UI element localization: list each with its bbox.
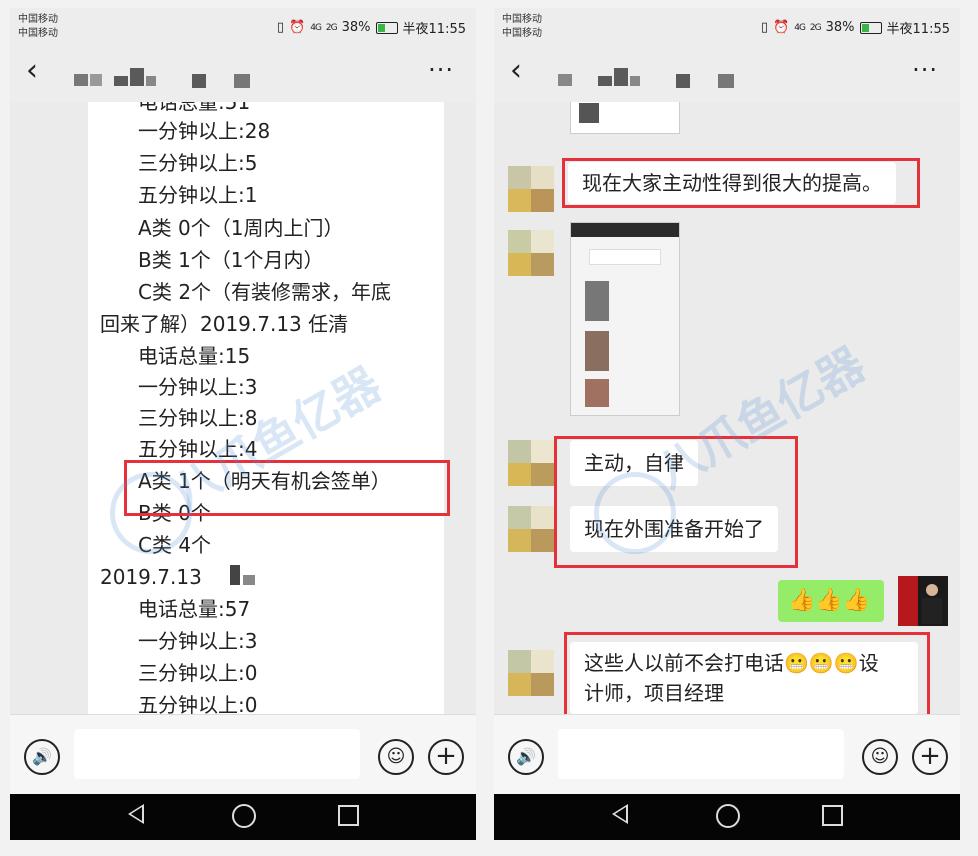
carrier-label: 中国移动 xyxy=(18,28,58,39)
phone-screenshot-left: 中国移动 中国移动 ▯ ⏰ 4G 2G 38% 半夜11:55 ‹ ··· 电话… xyxy=(10,8,476,840)
battery-icon xyxy=(375,21,398,34)
system-home-icon[interactable] xyxy=(232,804,256,828)
carrier-label: 中国移动 xyxy=(502,28,542,39)
text-line: 三分钟以上:8 xyxy=(138,406,258,430)
chat-area: 现在大家主动性得到很大的提高。 主动，自律 现在外围准备开始了 👍👍👍 这些人以… xyxy=(494,102,960,714)
emoji-icon[interactable]: ☺ xyxy=(862,739,898,775)
alarm-icon: ⏰ xyxy=(773,20,790,35)
avatar[interactable] xyxy=(508,440,554,486)
thumbs-up-icon: 👍👍👍 xyxy=(788,588,871,613)
back-icon[interactable]: ‹ xyxy=(26,56,38,86)
signal-4g-icon: 4G xyxy=(310,22,322,33)
message-input[interactable] xyxy=(74,729,360,779)
chat-header: ‹ ··· xyxy=(494,46,960,102)
system-back-icon[interactable] xyxy=(128,804,144,824)
highlight-box xyxy=(562,158,920,208)
system-nav-bar xyxy=(10,794,476,840)
own-avatar[interactable] xyxy=(898,576,948,626)
sent-bubble: 👍👍👍 xyxy=(778,580,884,622)
chat-area: 电话总量:51 一分钟以上:28 三分钟以上:5 五分钟以上:1 A类 0个（1… xyxy=(10,102,476,714)
text-line: 一分钟以上:3 xyxy=(138,629,258,653)
signal-2g-icon: 2G xyxy=(325,22,338,33)
clock: 半夜11:55 xyxy=(402,22,466,37)
text-line: 五分钟以上:1 xyxy=(138,183,258,207)
avatar[interactable] xyxy=(508,166,554,212)
carrier-label: 中国移动 xyxy=(502,14,542,25)
message-input[interactable] xyxy=(558,729,844,779)
plus-icon[interactable]: + xyxy=(428,739,464,775)
text-line: B类 1个（1个月内） xyxy=(138,248,324,272)
battery-percent: 38% xyxy=(825,20,855,35)
chat-header: ‹ ··· xyxy=(10,46,476,102)
chat-title-redacted xyxy=(558,68,758,92)
voice-input-icon[interactable]: 🔊 xyxy=(508,739,544,775)
plus-icon[interactable]: + xyxy=(912,739,948,775)
highlight-box xyxy=(124,460,450,516)
text-line: A类 0个（1周内上门） xyxy=(138,216,344,240)
emoji-icon[interactable]: ☺ xyxy=(378,739,414,775)
highlight-box xyxy=(564,632,930,714)
system-recents-icon[interactable] xyxy=(822,805,843,826)
more-options-icon[interactable]: ··· xyxy=(912,58,938,82)
input-bar: 🔊 ☺ + xyxy=(10,714,476,795)
avatar[interactable] xyxy=(508,506,554,552)
avatar[interactable] xyxy=(508,650,554,696)
more-options-icon[interactable]: ··· xyxy=(428,58,454,82)
system-recents-icon[interactable] xyxy=(338,805,359,826)
clock: 半夜11:55 xyxy=(886,22,950,37)
long-text-message: 电话总量:51 一分钟以上:28 三分钟以上:5 五分钟以上:1 A类 0个（1… xyxy=(88,102,444,714)
alarm-icon: ⏰ xyxy=(289,20,306,35)
text-line: 五分钟以上:4 xyxy=(138,437,258,461)
battery-percent: 38% xyxy=(341,20,371,35)
text-line: 2019.7.13 xyxy=(100,565,202,589)
text-line: 一分钟以上:28 xyxy=(138,119,271,143)
redacted-name xyxy=(230,565,240,585)
battery-icon xyxy=(859,21,882,34)
system-home-icon[interactable] xyxy=(716,804,740,828)
voice-input-icon[interactable]: 🔊 xyxy=(24,739,60,775)
text-line: 电话总量:57 xyxy=(138,597,251,621)
vibrate-icon: ▯ xyxy=(760,20,769,35)
image-message[interactable] xyxy=(570,102,680,134)
system-nav-bar xyxy=(494,794,960,840)
status-indicators: ▯ ⏰ 4G 2G 38% 半夜11:55 xyxy=(277,18,466,37)
text-line: 三分钟以上:0 xyxy=(138,661,258,685)
back-icon[interactable]: ‹ xyxy=(510,56,522,86)
status-indicators: ▯ ⏰ 4G 2G 38% 半夜11:55 xyxy=(761,18,950,37)
text-line: 电话总量:51 xyxy=(138,102,251,114)
avatar[interactable] xyxy=(508,230,554,276)
text-line: 五分钟以上:0 xyxy=(138,693,258,714)
text-line: C类 4个 xyxy=(138,533,212,557)
status-bar: 中国移动 中国移动 ▯ ⏰ 4G 2G 38% 半夜11:55 xyxy=(494,8,960,46)
text-line: 电话总量:15 xyxy=(138,344,251,368)
highlight-box xyxy=(554,436,798,568)
signal-4g-icon: 4G xyxy=(794,22,806,33)
input-bar: 🔊 ☺ + xyxy=(494,714,960,795)
signal-2g-icon: 2G xyxy=(809,22,822,33)
system-back-icon[interactable] xyxy=(612,804,628,824)
vibrate-icon: ▯ xyxy=(276,20,285,35)
text-line: 回来了解）2019.7.13 任清 xyxy=(100,312,349,336)
image-message[interactable] xyxy=(570,222,680,416)
status-bar: 中国移动 中国移动 ▯ ⏰ 4G 2G 38% 半夜11:55 xyxy=(10,8,476,46)
text-line: C类 2个（有装修需求，年底 xyxy=(138,280,392,304)
text-line: 三分钟以上:5 xyxy=(138,151,258,175)
chat-title-redacted xyxy=(74,68,274,92)
phone-screenshot-right: 中国移动 中国移动 ▯ ⏰ 4G 2G 38% 半夜11:55 ‹ ··· 现在… xyxy=(494,8,960,840)
carrier-label: 中国移动 xyxy=(18,14,58,25)
text-line: 一分钟以上:3 xyxy=(138,375,258,399)
